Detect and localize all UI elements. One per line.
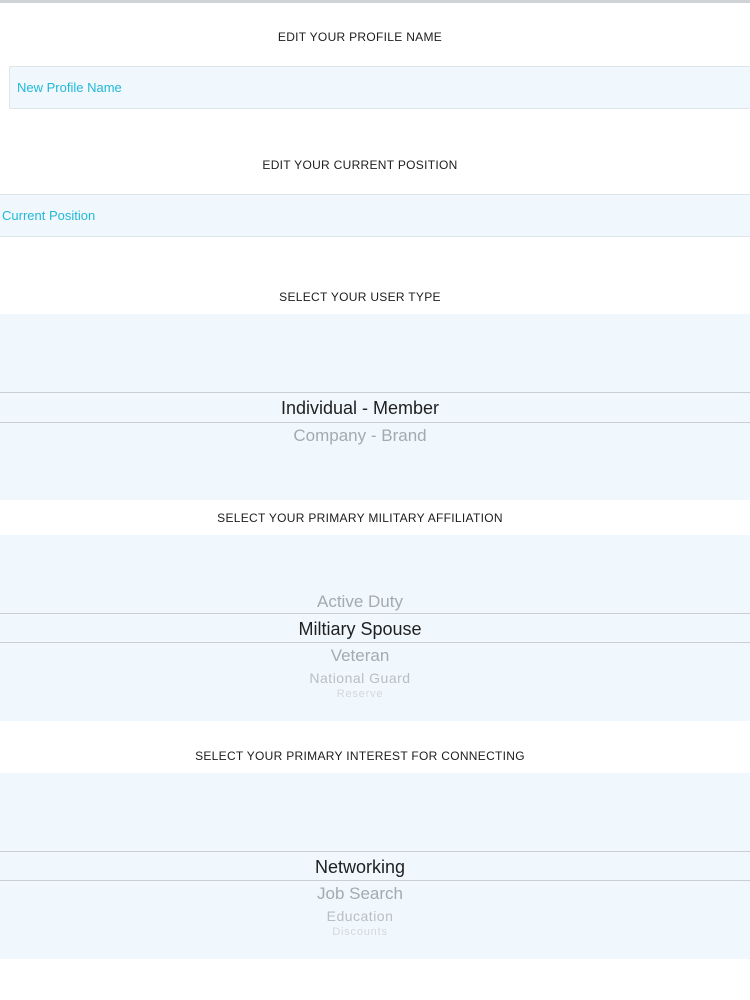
user-type-picker[interactable]: Individual - Member Company - Brand: [0, 314, 750, 500]
user-type-option[interactable]: Company - Brand: [0, 426, 720, 446]
military-affiliation-option[interactable]: Reserve: [0, 688, 720, 700]
primary-interest-picker[interactable]: Networking Job Search Education Discount…: [0, 773, 750, 959]
current-position-input[interactable]: [0, 195, 750, 236]
military-affiliation-option-selected[interactable]: Miltiary Spouse: [0, 619, 720, 640]
military-affiliation-option[interactable]: Active Duty: [0, 592, 720, 612]
picker-selection-line-bottom: [0, 422, 750, 423]
military-affiliation-option[interactable]: Veteran: [0, 646, 720, 666]
picker-selection-line-bottom: [0, 880, 750, 881]
picker-selection-line-top: [0, 613, 750, 614]
military-affiliation-picker[interactable]: Active Duty Miltiary Spouse Veteran Nati…: [0, 535, 750, 721]
top-divider: [0, 0, 750, 3]
profile-name-field-wrapper: [9, 66, 750, 109]
primary-interest-option[interactable]: Education: [0, 908, 720, 924]
picker-selection-line-top: [0, 851, 750, 852]
picker-selection-line-top: [0, 392, 750, 393]
primary-interest-option[interactable]: Discounts: [0, 926, 720, 938]
military-affiliation-title: SELECT YOUR PRIMARY MILITARY AFFILIATION: [217, 511, 503, 525]
primary-interest-option-selected[interactable]: Networking: [0, 857, 720, 878]
current-position-title: EDIT YOUR CURRENT POSITION: [262, 158, 458, 172]
user-type-option-selected[interactable]: Individual - Member: [0, 398, 720, 419]
profile-name-title: EDIT YOUR PROFILE NAME: [277, 30, 443, 44]
primary-interest-title: SELECT YOUR PRIMARY INTEREST FOR CONNECT…: [195, 749, 525, 763]
profile-name-input[interactable]: [10, 67, 750, 108]
picker-selection-line-bottom: [0, 642, 750, 643]
primary-interest-option[interactable]: Job Search: [0, 884, 720, 904]
military-affiliation-option[interactable]: National Guard: [0, 670, 720, 686]
user-type-title: SELECT YOUR USER TYPE: [279, 290, 441, 304]
current-position-field-wrapper: [0, 194, 750, 237]
